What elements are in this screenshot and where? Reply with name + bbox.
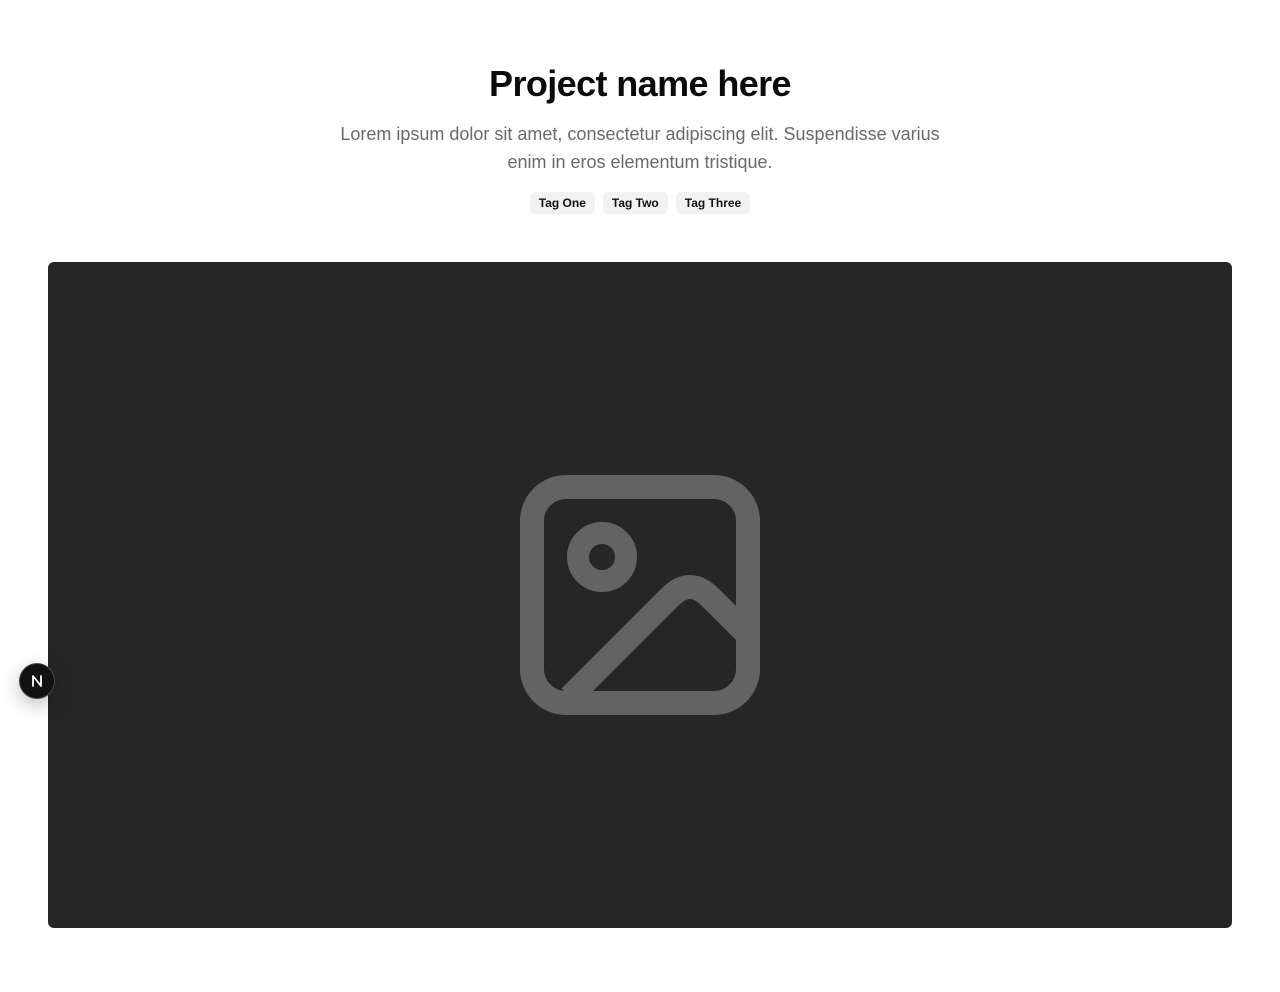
tag-list: Tag One Tag Two Tag Three: [0, 192, 1280, 214]
nextjs-dev-tools-button[interactable]: [19, 663, 55, 699]
project-description: Lorem ipsum dolor sit amet, consectetur …: [340, 124, 940, 172]
tag-item: Tag Three: [675, 192, 751, 214]
tag-item: Tag Two: [602, 192, 668, 214]
page-title: Project name here: [489, 63, 792, 104]
nextjs-logo-icon: [32, 675, 42, 687]
project-image-placeholder: [48, 262, 1232, 928]
tag-item: Tag One: [529, 192, 595, 214]
project-page: Project name here Lorem ipsum dolor sit …: [0, 0, 1280, 992]
image-placeholder-icon: [520, 475, 760, 715]
